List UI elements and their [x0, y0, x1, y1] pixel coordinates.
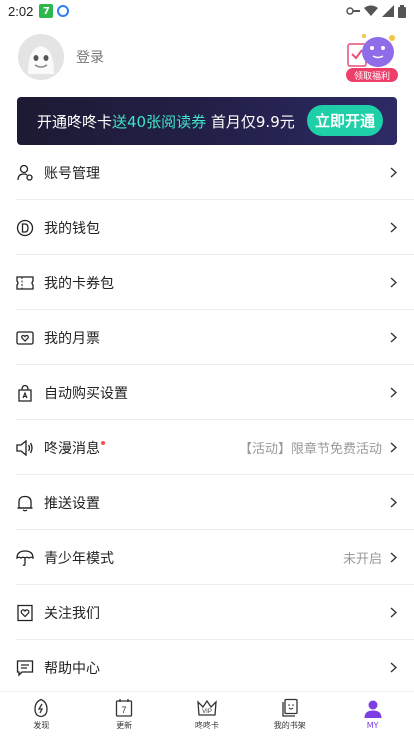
menu-item-label: 我的卡券包 — [44, 275, 114, 292]
tab-updates[interactable]: 7 更新 — [83, 692, 166, 736]
banner-text-prefix: 开通咚咚卡 — [37, 112, 113, 131]
settings-menu: 账号管理 我的钱包 我的卡券包 我的月票 自动购买设置 咚漫消息 【活动】限章节… — [0, 145, 414, 695]
calendar-icon: 7 — [113, 697, 135, 719]
chevron-right-icon — [388, 662, 398, 673]
avatar[interactable] — [18, 34, 64, 80]
tab-label: 咚咚卡 — [194, 721, 219, 730]
wifi-icon — [364, 5, 378, 16]
menu-item-label: 青少年模式 — [44, 550, 114, 567]
status-time: 2:02 — [8, 3, 34, 19]
tab-label: 更新 — [116, 721, 133, 730]
menu-item-label: 推送设置 — [44, 495, 100, 512]
heart-bookmark-icon — [16, 604, 34, 622]
discover-icon — [30, 697, 52, 719]
coin-icon — [16, 219, 34, 237]
menu-item-teen-mode[interactable]: 青少年模式 未开启 — [0, 530, 414, 585]
open-vip-button[interactable]: 立即开通 — [307, 105, 383, 136]
menu-item-label: 咚漫消息 — [44, 440, 100, 457]
menu-item-follow-us[interactable]: 关注我们 — [0, 585, 414, 640]
menu-item-label: 我的钱包 — [44, 220, 100, 237]
login-link[interactable]: 登录 — [76, 47, 104, 67]
profile-icon — [362, 698, 384, 720]
menu-item-monthly-tickets[interactable]: 我的月票 — [0, 310, 414, 365]
menu-item-messages[interactable]: 咚漫消息 【活动】限章节免费活动 — [0, 420, 414, 475]
bell-icon — [16, 494, 34, 512]
battery-icon — [398, 4, 406, 18]
umbrella-icon — [16, 549, 34, 567]
chevron-right-icon — [388, 607, 398, 618]
menu-item-label: 帮助中心 — [44, 660, 100, 677]
menu-item-help[interactable]: 帮助中心 — [0, 640, 414, 695]
chevron-right-icon — [388, 387, 398, 398]
app-notification-icon: 7 — [39, 4, 54, 18]
chevron-right-icon — [388, 442, 398, 453]
menu-item-label: 我的月票 — [44, 330, 100, 347]
menu-item-auto-purchase[interactable]: 自动购买设置 — [0, 365, 414, 420]
user-settings-icon — [16, 164, 34, 182]
vip-crown-icon: VIP — [196, 697, 218, 719]
banner-text: 开通咚咚卡送40张阅读券 首月仅9.9元 — [37, 111, 295, 132]
menu-item-coupons[interactable]: 我的卡券包 — [0, 255, 414, 310]
unread-dot — [101, 440, 105, 445]
signal-icon — [382, 5, 394, 17]
banner-text-suffix: 首月仅9.9元 — [206, 112, 295, 131]
chevron-right-icon — [388, 277, 398, 288]
menu-item-label: 关注我们 — [44, 605, 100, 622]
tab-label: 发现 — [33, 721, 50, 730]
chevron-right-icon — [388, 332, 398, 343]
heart-ticket-icon — [16, 329, 34, 347]
app-notification-icon-2 — [57, 5, 70, 17]
menu-item-label: 自动购买设置 — [44, 385, 128, 402]
svg-text:VIP: VIP — [202, 709, 212, 715]
bookshelf-icon — [279, 697, 301, 719]
welfare-button[interactable]: 领取福利 — [344, 30, 400, 82]
banner-text-highlight: 送40张阅读券 — [112, 112, 207, 131]
menu-item-label: 账号管理 — [44, 165, 100, 182]
tab-bookshelf[interactable]: 我的书架 — [248, 692, 331, 736]
shopping-bag-icon — [16, 384, 34, 402]
chevron-right-icon — [388, 552, 398, 563]
tab-label: MY — [366, 721, 379, 730]
status-bar: 2:02 7 — [0, 0, 414, 22]
mascot-gift-icon — [347, 34, 395, 67]
chevron-right-icon — [388, 222, 398, 233]
chevron-right-icon — [388, 167, 398, 178]
vip-promo-banner[interactable]: 开通咚咚卡送40张阅读券 首月仅9.9元 立即开通 — [17, 97, 397, 145]
tab-discover[interactable]: 发现 — [0, 692, 83, 736]
tab-vip-card[interactable]: VIP 咚咚卡 — [166, 692, 249, 736]
chat-icon — [16, 659, 34, 677]
key-icon — [346, 7, 360, 15]
chevron-right-icon — [388, 497, 398, 508]
menu-item-account[interactable]: 账号管理 — [0, 145, 414, 200]
welfare-label: 领取福利 — [346, 68, 398, 82]
menu-item-wallet[interactable]: 我的钱包 — [0, 200, 414, 255]
calendar-day: 7 — [122, 705, 127, 715]
menu-item-value: 【活动】限章节免费活动 — [238, 442, 382, 457]
profile-header: 登录 领取福利 — [0, 22, 414, 92]
tab-my[interactable]: MY — [331, 692, 414, 736]
avatar-ghost-icon — [18, 34, 64, 80]
tab-label: 我的书架 — [273, 721, 306, 730]
menu-item-push-settings[interactable]: 推送设置 — [0, 475, 414, 530]
speaker-icon — [16, 439, 34, 457]
menu-item-value: 未开启 — [342, 552, 382, 567]
ticket-icon — [16, 274, 34, 292]
status-icons — [346, 4, 406, 18]
bottom-tab-bar: 发现 7 更新 VIP 咚咚卡 我的书架 MY — [0, 691, 414, 736]
